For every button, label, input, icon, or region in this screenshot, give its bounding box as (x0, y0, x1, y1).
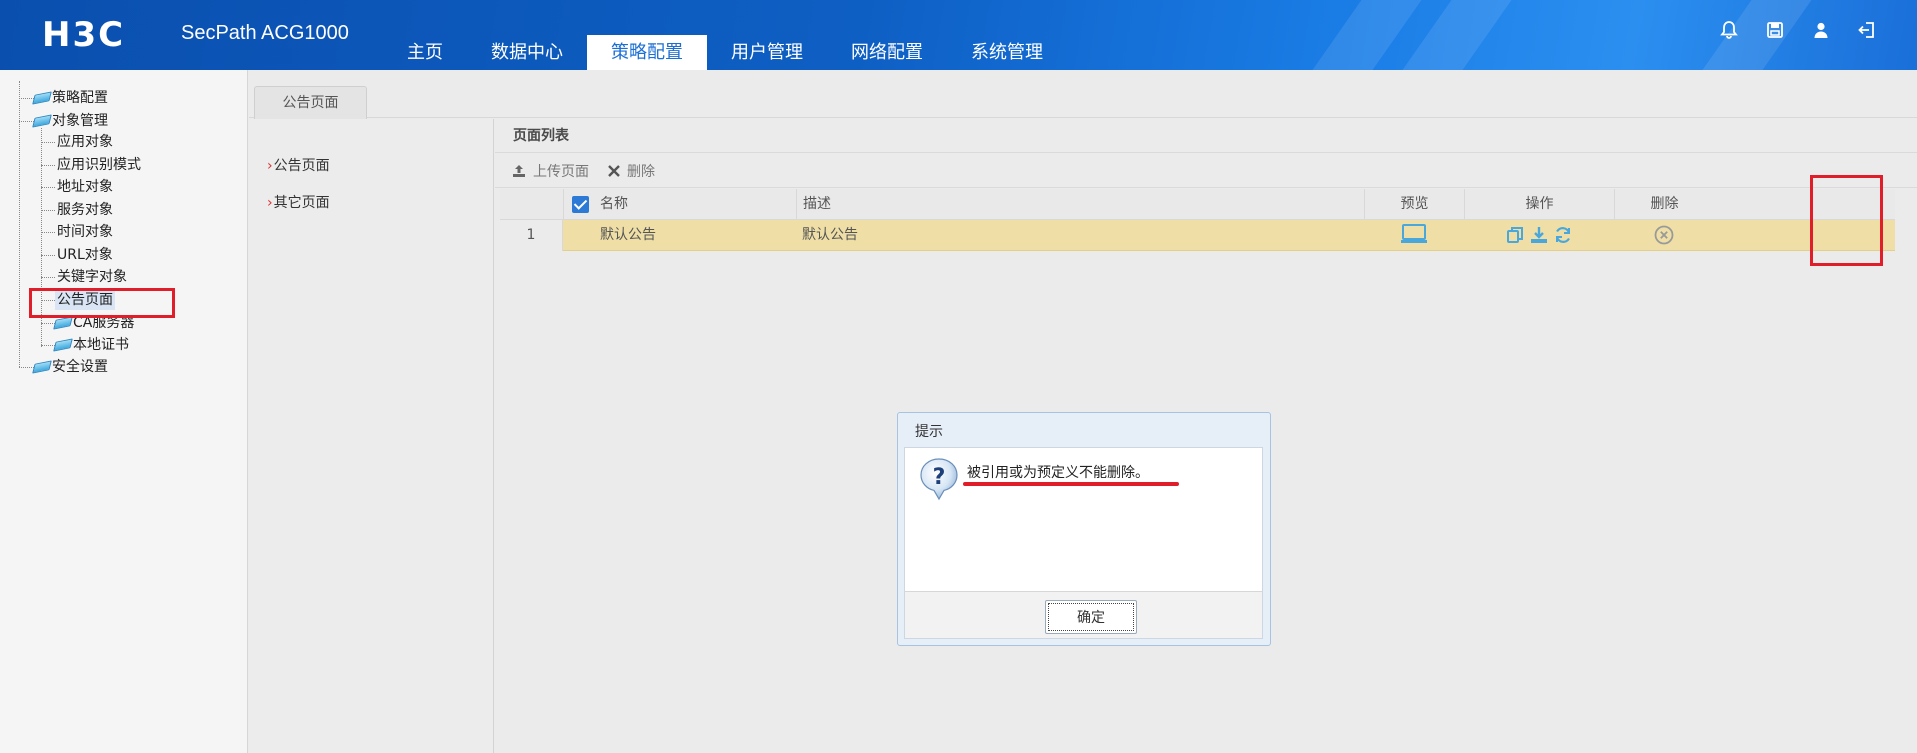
tab-strip (249, 70, 1917, 118)
h3c-logo: H3C (42, 16, 125, 50)
tree-node-object-mgmt[interactable]: 对象管理 (32, 111, 108, 131)
user-icon[interactable] (1811, 20, 1831, 40)
list-toolbar: 上传页面 删除 (495, 154, 1917, 188)
svg-text:H3C: H3C (42, 16, 125, 50)
chevron-right-icon: › (267, 158, 273, 174)
delete-cell (1614, 220, 1714, 251)
alert-dialog: 提示 ? 被引用或为预定义不能删除。 确定 (897, 412, 1271, 646)
chevron-right-icon: › (267, 195, 273, 211)
submenu-other-pages[interactable]: ›其它页面 (267, 192, 330, 212)
tree-guide (41, 142, 55, 143)
upload-page-button[interactable]: 上传页面 (511, 161, 589, 181)
sub-menu: ›公告页面 ›其它页面 (249, 119, 494, 753)
tree-guide (41, 187, 55, 188)
table-header: 名称 描述 预览 操作 删除 (500, 189, 1895, 220)
select-all-checkbox[interactable] (572, 196, 589, 213)
tree-node-app-object[interactable]: 应用对象 (57, 132, 113, 152)
tree-guide (19, 81, 20, 367)
monitor-icon[interactable] (1400, 223, 1428, 245)
product-name: SecPath ACG1000 (181, 22, 349, 44)
nav-tree: 策略配置 对象管理 应用对象 应用识别模式 地址对象 服务对象 时间对象 URL… (0, 70, 248, 753)
tab-announcement[interactable]: 公告页面 (254, 86, 367, 119)
question-icon: ? (920, 458, 958, 501)
tree-guide (41, 345, 55, 346)
top-header: H3C SecPath ACG1000 主页 数据中心 策略配置 用户管理 网络… (0, 0, 1917, 70)
nav-home[interactable]: 主页 (383, 35, 467, 70)
tree-guide (19, 121, 34, 122)
list-title: 页面列表 (495, 119, 1917, 153)
dialog-message: 被引用或为预定义不能删除。 (967, 465, 1149, 481)
nav-policy-config[interactable]: 策略配置 (587, 35, 707, 70)
nav-user-mgmt[interactable]: 用户管理 (707, 35, 827, 70)
col-desc[interactable]: 描述 (796, 189, 1364, 220)
tree-node-service-object[interactable]: 服务对象 (57, 200, 113, 220)
submenu-label: 公告页面 (273, 158, 330, 174)
download-icon[interactable] (1529, 225, 1549, 245)
nav-system-mgmt[interactable]: 系统管理 (947, 35, 1067, 70)
tree-guide (41, 323, 55, 324)
header-icons (1719, 20, 1877, 40)
annotation-box-delete (1810, 175, 1883, 266)
dialog-footer: 确定 (904, 591, 1263, 639)
col-ops: 操作 (1464, 189, 1614, 220)
col-preview: 预览 (1364, 189, 1464, 220)
annotation-underline (963, 482, 1179, 486)
tree-guide (41, 277, 55, 278)
row-name: 默认公告 (600, 227, 656, 243)
copy-icon[interactable] (1505, 225, 1525, 245)
table-row[interactable]: 1 默认公告 默认公告 (500, 220, 1895, 251)
select-all-cell (563, 189, 593, 220)
folder-open-icon (32, 114, 52, 128)
confirm-button[interactable]: 确定 (1045, 600, 1137, 634)
tree-node-address-object[interactable]: 地址对象 (57, 177, 113, 197)
col-name[interactable]: 名称 (593, 189, 796, 220)
x-icon (608, 164, 620, 177)
tree-label: 策略配置 (52, 90, 108, 106)
svg-text:?: ? (933, 465, 946, 490)
tree-node-time-object[interactable]: 时间对象 (57, 222, 113, 242)
tree-guide (19, 367, 34, 368)
tree-node-security[interactable]: 安全设置 (32, 357, 108, 377)
tree-guide (41, 210, 55, 211)
tree-guide (41, 232, 55, 233)
refresh-icon[interactable] (1553, 225, 1573, 245)
submenu-announcement[interactable]: ›公告页面 (267, 155, 330, 175)
bell-icon[interactable] (1719, 20, 1739, 40)
upload-icon (513, 164, 525, 177)
main-nav: 主页 数据中心 策略配置 用户管理 网络配置 系统管理 (383, 35, 1067, 70)
delete-label: 删除 (627, 163, 655, 180)
folder-icon (32, 91, 52, 105)
ops-cell (1464, 220, 1614, 251)
dialog-title: 提示 (915, 424, 943, 440)
tree-node-keyword-object[interactable]: 关键字对象 (57, 267, 127, 287)
tree-label: 对象管理 (52, 113, 108, 129)
folder-icon (32, 360, 52, 374)
upload-label: 上传页面 (533, 163, 589, 180)
tree-guide (41, 255, 55, 256)
tree-label: 本地证书 (73, 337, 129, 353)
row-index: 1 (500, 220, 563, 251)
submenu-label: 其它页面 (273, 195, 330, 211)
tree-node-local-cert[interactable]: 本地证书 (53, 335, 129, 355)
dialog-body: ? 被引用或为预定义不能删除。 (904, 447, 1263, 603)
preview-cell (1364, 220, 1464, 251)
nav-network-config[interactable]: 网络配置 (827, 35, 947, 70)
nav-data-center[interactable]: 数据中心 (467, 35, 587, 70)
folder-icon (53, 338, 73, 352)
annotation-box-tree (29, 288, 175, 318)
tree-node-app-pattern[interactable]: 应用识别模式 (57, 155, 141, 175)
tree-node-policy[interactable]: 策略配置 (32, 88, 108, 108)
tree-guide (41, 165, 55, 166)
row-desc: 默认公告 (802, 227, 858, 243)
tree-guide (19, 98, 34, 99)
circle-x-icon[interactable] (1653, 224, 1675, 246)
col-delete: 删除 (1614, 189, 1714, 220)
delete-button[interactable]: 删除 (607, 161, 655, 181)
tree-node-url-object[interactable]: URL对象 (57, 245, 113, 265)
tree-label: 安全设置 (52, 359, 108, 375)
logout-icon[interactable] (1857, 20, 1877, 40)
folder-icon (53, 316, 73, 330)
save-icon[interactable] (1765, 20, 1785, 40)
